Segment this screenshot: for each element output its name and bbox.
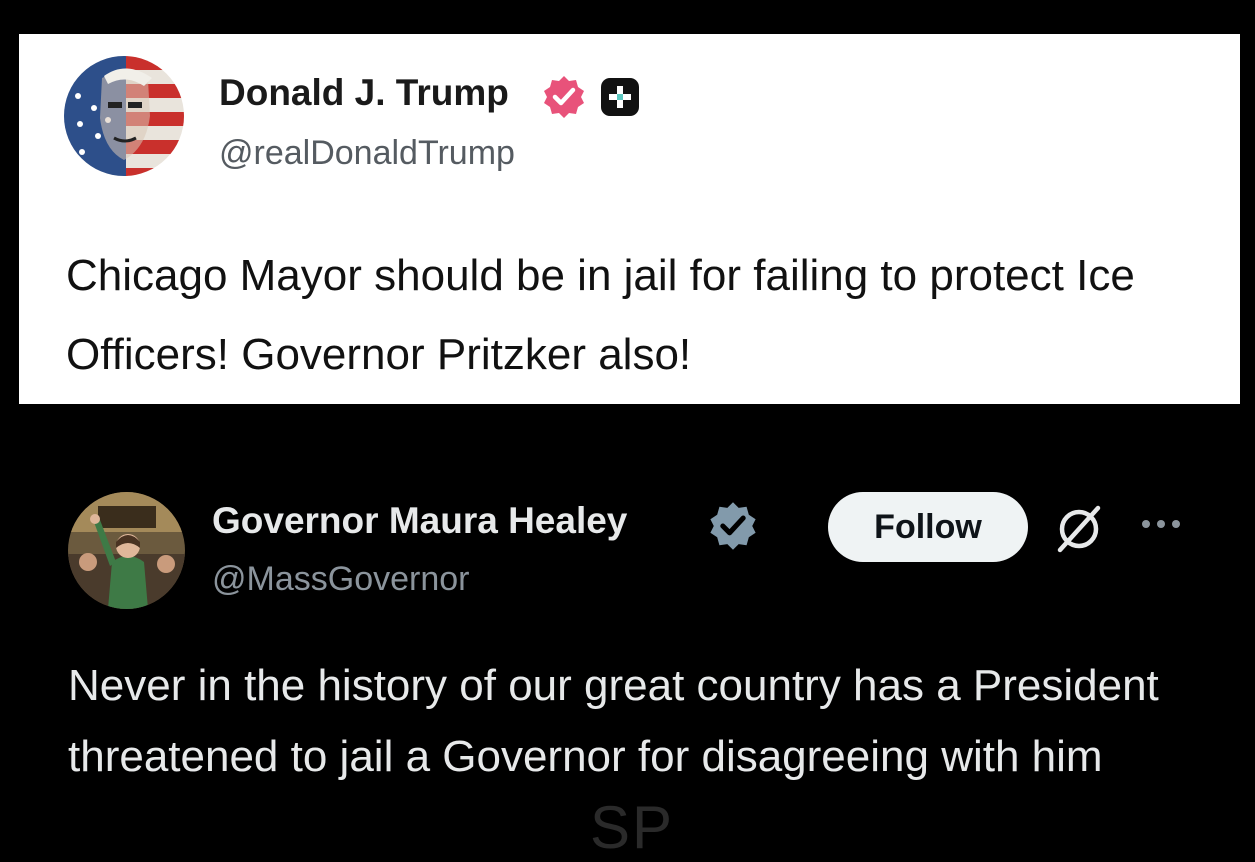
- trump-post-text: Chicago Mayor should be in jail for fail…: [66, 251, 1135, 379]
- healey-display-name[interactable]: Governor Maura Healey: [212, 500, 627, 542]
- plus-badge-icon: [601, 78, 639, 116]
- verified-badge-icon: [710, 502, 756, 550]
- healey-post-text: Never in the history of our great countr…: [68, 661, 1159, 781]
- follow-button[interactable]: Follow: [828, 492, 1028, 562]
- trump-display-name[interactable]: Donald J. Trump: [219, 72, 509, 114]
- verified-badge-icon: [544, 76, 584, 118]
- trump-post: Donald J. Trump @realDonaldTrump Chicago…: [19, 34, 1240, 404]
- trump-avatar[interactable]: [64, 56, 184, 176]
- trump-handle[interactable]: @realDonaldTrump: [219, 134, 515, 173]
- healey-avatar[interactable]: [68, 492, 185, 609]
- watermark: SP: [590, 794, 675, 861]
- more-options-icon[interactable]: [1138, 512, 1184, 536]
- grok-icon[interactable]: [1050, 500, 1108, 558]
- healey-handle[interactable]: @MassGovernor: [212, 560, 469, 599]
